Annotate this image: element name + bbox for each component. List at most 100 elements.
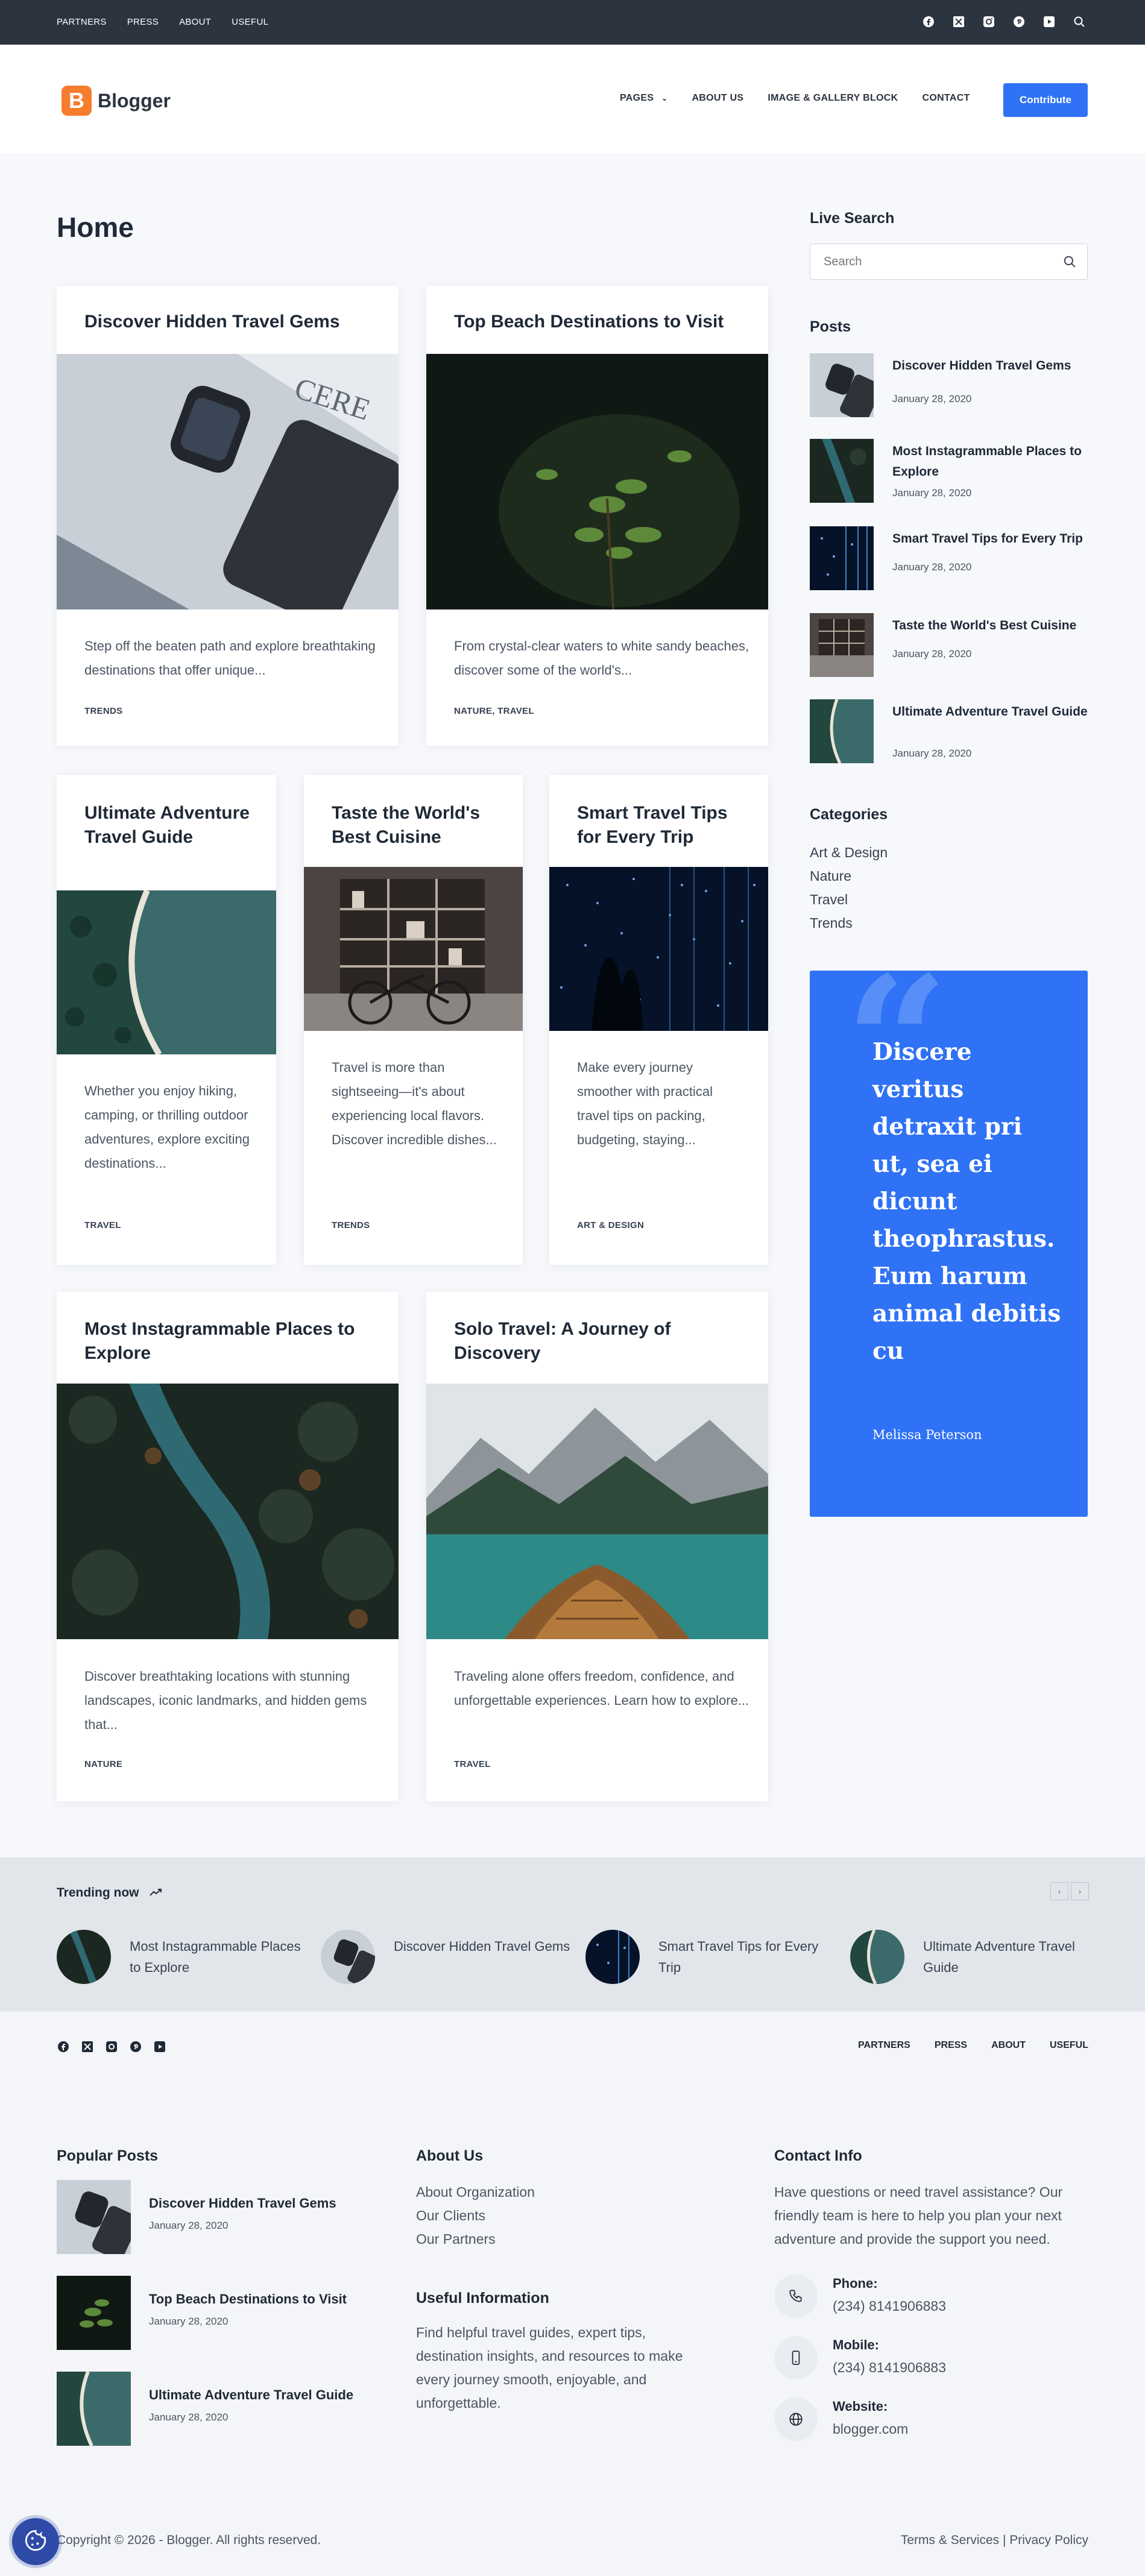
contact-value[interactable]: (234) 8141906883 <box>833 2298 946 2314</box>
trending-title[interactable]: Ultimate Adventure Travel Guide <box>923 1936 1104 1978</box>
trending-item[interactable]: Smart Travel Tips for Every Trip <box>585 1930 845 1984</box>
top-nav-about[interactable]: ABOUT <box>179 17 211 27</box>
trending-title[interactable]: Discover Hidden Travel Gems <box>394 1936 575 1957</box>
post-thumbnail[interactable] <box>810 526 874 590</box>
post-title[interactable]: Discover Hidden Travel Gems <box>84 310 374 334</box>
post-title[interactable]: Solo Travel: A Journey of Discovery <box>454 1317 743 1365</box>
post-card[interactable]: Smart Travel Tips for Every Trip Make ev… <box>549 775 768 1265</box>
nav-about-us[interactable]: ABOUT US <box>692 93 743 104</box>
post-image[interactable] <box>549 867 768 1031</box>
sidebar-post[interactable]: Discover Hidden Travel Gems January 28, … <box>810 353 1093 420</box>
instagram-icon[interactable] <box>105 2040 118 2053</box>
cookie-settings-button[interactable] <box>12 2518 59 2565</box>
footer-nav-about[interactable]: ABOUT <box>991 2040 1026 2051</box>
sidebar-post[interactable]: Taste the World's Best Cuisine January 2… <box>810 613 1093 679</box>
trending-thumbnail[interactable] <box>57 1930 111 1984</box>
footer-link[interactable]: Our Clients <box>416 2204 535 2228</box>
footer-link[interactable]: About Organization <box>416 2181 535 2204</box>
post-category[interactable]: NATURE, TRAVEL <box>454 706 534 716</box>
post-image[interactable] <box>426 1384 768 1639</box>
search-icon[interactable] <box>1073 15 1086 28</box>
post-image[interactable]: CERE <box>57 354 399 609</box>
post-image[interactable] <box>426 354 768 609</box>
site-logo[interactable]: B Blogger <box>62 86 171 116</box>
trending-title[interactable]: Most Instagrammable Places to Explore <box>130 1936 311 1978</box>
category-link[interactable]: Art & Design <box>810 841 888 864</box>
popular-post[interactable]: Top Beach Destinations to Visit January … <box>57 2276 370 2351</box>
post-title[interactable]: Taste the World's Best Cuisine <box>892 616 1091 636</box>
post-card[interactable]: Most Instagrammable Places to Explore Di… <box>57 1292 399 1801</box>
post-image[interactable] <box>57 1384 399 1639</box>
post-card[interactable]: Ultimate Adventure Travel Guide Whether … <box>57 775 276 1265</box>
post-title[interactable]: Discover Hidden Travel Gems <box>892 356 1091 376</box>
post-thumbnail[interactable] <box>57 2372 131 2446</box>
post-thumbnail[interactable] <box>810 353 874 417</box>
top-nav-useful[interactable]: USEFUL <box>232 17 268 27</box>
trending-thumbnail[interactable] <box>321 1930 375 1984</box>
footer-nav-partners[interactable]: PARTNERS <box>858 2040 910 2051</box>
trending-thumbnail[interactable] <box>585 1930 640 1984</box>
pinterest-icon[interactable] <box>1012 15 1026 28</box>
post-title[interactable]: Ultimate Adventure Travel Guide <box>149 2387 353 2403</box>
post-image[interactable] <box>304 867 523 1031</box>
trending-item[interactable]: Most Instagrammable Places to Explore <box>57 1930 316 1984</box>
sidebar-post[interactable]: Smart Travel Tips for Every Trip January… <box>810 526 1093 593</box>
post-thumbnail[interactable] <box>810 439 874 503</box>
youtube-icon[interactable] <box>1042 15 1056 28</box>
post-category[interactable]: ART & DESIGN <box>577 1220 644 1230</box>
trending-thumbnail[interactable] <box>850 1930 904 1984</box>
sidebar-post[interactable]: Ultimate Adventure Travel Guide January … <box>810 699 1093 766</box>
post-category[interactable]: NATURE <box>84 1759 122 1769</box>
post-title[interactable]: Most Instagrammable Places to Explore <box>84 1317 374 1365</box>
instagram-icon[interactable] <box>982 15 995 28</box>
contact-value[interactable]: (234) 8141906883 <box>833 2360 946 2376</box>
post-title[interactable]: Smart Travel Tips for Every Trip <box>892 529 1091 549</box>
nav-pages[interactable]: PAGES ⌄ <box>620 93 667 104</box>
sidebar-post[interactable]: Most Instagrammable Places to Explore Ja… <box>810 439 1093 505</box>
footer-nav-useful[interactable]: USEFUL <box>1050 2040 1088 2051</box>
post-thumbnail[interactable] <box>810 699 874 763</box>
post-image[interactable] <box>57 890 276 1054</box>
nav-image-gallery[interactable]: IMAGE & GALLERY BLOCK <box>768 93 898 104</box>
post-category[interactable]: TRAVEL <box>454 1759 491 1769</box>
trending-item[interactable]: Discover Hidden Travel Gems <box>321 1930 580 1984</box>
post-card[interactable]: Discover Hidden Travel Gems CERE Step of… <box>57 286 399 746</box>
post-title[interactable]: Ultimate Adventure Travel Guide <box>892 702 1091 722</box>
popular-post[interactable]: Discover Hidden Travel Gems January 28, … <box>57 2180 370 2255</box>
post-title[interactable]: Top Beach Destinations to Visit <box>454 310 743 334</box>
next-arrow-icon[interactable]: › <box>1071 1882 1089 1900</box>
post-thumbnail[interactable] <box>810 613 874 677</box>
trending-title[interactable]: Smart Travel Tips for Every Trip <box>658 1936 839 1978</box>
x-icon[interactable] <box>952 15 965 28</box>
contribute-button[interactable]: Contribute <box>1003 83 1088 117</box>
category-link[interactable]: Nature <box>810 864 888 888</box>
legal-links[interactable]: Terms & Services | Privacy Policy <box>901 2533 1088 2548</box>
post-card[interactable]: Top Beach Destinations to Visit From cry… <box>426 286 768 746</box>
contact-value[interactable]: blogger.com <box>833 2421 908 2437</box>
prev-arrow-icon[interactable]: ‹ <box>1050 1882 1068 1900</box>
top-nav-press[interactable]: PRESS <box>127 17 159 27</box>
popular-post[interactable]: Ultimate Adventure Travel Guide January … <box>57 2372 370 2446</box>
post-title[interactable]: Discover Hidden Travel Gems <box>149 2196 336 2211</box>
facebook-icon[interactable] <box>57 2040 70 2053</box>
category-link[interactable]: Trends <box>810 912 888 935</box>
nav-contact[interactable]: CONTACT <box>923 93 970 104</box>
footer-link[interactable]: Our Partners <box>416 2228 535 2251</box>
top-nav-partners[interactable]: PARTNERS <box>57 17 107 27</box>
post-title[interactable]: Smart Travel Tips for Every Trip <box>577 801 746 849</box>
post-category[interactable]: TRAVEL <box>84 1220 121 1230</box>
footer-nav-press[interactable]: PRESS <box>935 2040 967 2051</box>
post-title[interactable]: Taste the World's Best Cuisine <box>332 801 500 849</box>
post-category[interactable]: TRENDS <box>332 1220 370 1230</box>
post-card[interactable]: Solo Travel: A Journey of Discovery Trav… <box>426 1292 768 1801</box>
category-link[interactable]: Travel <box>810 888 888 912</box>
pinterest-icon[interactable] <box>129 2040 142 2053</box>
search-icon[interactable] <box>1063 255 1076 271</box>
post-card[interactable]: Taste the World's Best Cuisine Travel is… <box>304 775 523 1265</box>
trending-item[interactable]: Ultimate Adventure Travel Guide <box>850 1930 1109 1984</box>
post-title[interactable]: Top Beach Destinations to Visit <box>149 2291 347 2307</box>
youtube-icon[interactable] <box>153 2040 166 2053</box>
facebook-icon[interactable] <box>922 15 935 28</box>
post-thumbnail[interactable] <box>57 2180 131 2254</box>
post-thumbnail[interactable] <box>57 2276 131 2350</box>
